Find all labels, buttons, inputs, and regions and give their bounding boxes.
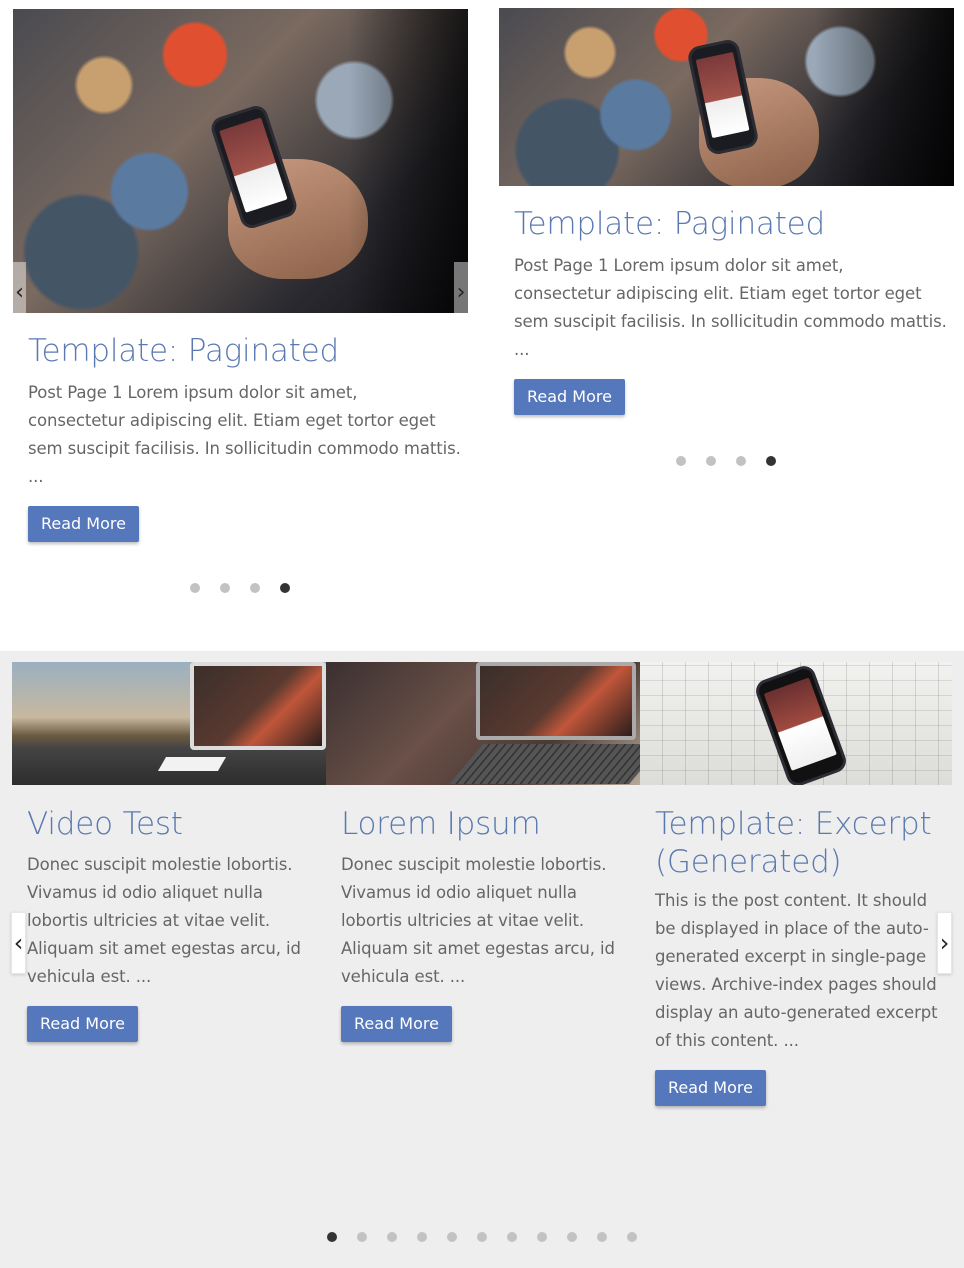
pagination-dot[interactable] [736,456,746,466]
pagination-dot[interactable] [597,1232,607,1242]
pagination-dot[interactable] [627,1232,637,1242]
pagination-dot[interactable] [676,456,686,466]
carousel-1-prev-button[interactable]: ‹ [13,262,26,322]
pagination-dot[interactable] [357,1232,367,1242]
post-image-desk-coast [12,662,326,785]
pagination-dot[interactable] [220,583,230,593]
pagination-dot[interactable] [447,1232,457,1242]
post-image-laptop [326,662,640,785]
post-image-phone-paper [640,662,952,785]
carousel-3-next-button[interactable]: › [937,912,952,974]
read-more-button[interactable]: Read More [341,1006,452,1042]
chevron-left-icon: ‹ [13,929,24,957]
chevron-left-icon: ‹ [15,279,24,305]
chevron-right-icon: › [939,929,950,957]
carousel-3-pagination [327,1232,637,1242]
pagination-dot-active[interactable] [327,1232,337,1242]
pagination-dot[interactable] [387,1232,397,1242]
chevron-right-icon: › [456,279,466,305]
post-excerpt: This is the post content. It should be d… [655,891,938,1050]
post-title[interactable]: Template: Paginated [28,333,339,371]
carousel-2-pagination [676,456,776,466]
post-image-phone-crowd [13,9,468,313]
pagination-dot[interactable] [250,583,260,593]
post-excerpt: Donec suscipit molestie lobortis. Vivamu… [27,855,301,986]
pagination-dot-active[interactable] [280,583,290,593]
pagination-dot[interactable] [507,1232,517,1242]
post-excerpt: Donec suscipit molestie lobortis. Vivamu… [341,855,615,986]
read-more-button[interactable]: Read More [514,379,625,415]
post-title[interactable]: Video Test [27,806,183,844]
read-more-button[interactable]: Read More [27,1006,138,1042]
carousel-3-prev-button[interactable]: ‹ [11,912,26,974]
carousel-1-next-button[interactable]: › [454,262,468,322]
post-image-phone-crowd [499,8,954,186]
pagination-dot[interactable] [567,1232,577,1242]
post-title[interactable]: Template: Paginated [514,206,825,244]
post-title[interactable]: Lorem Ipsum [341,806,541,844]
read-more-button[interactable]: Read More [28,506,139,542]
read-more-button[interactable]: Read More [655,1070,766,1106]
pagination-dot[interactable] [706,456,716,466]
pagination-dot[interactable] [417,1232,427,1242]
post-excerpt: Post Page 1 Lorem ipsum dolor sit amet, … [28,383,461,486]
pagination-dot[interactable] [190,583,200,593]
post-title[interactable]: Template: Excerpt (Generated) [655,806,945,882]
pagination-dot[interactable] [477,1232,487,1242]
post-excerpt: Post Page 1 Lorem ipsum dolor sit amet, … [514,256,947,359]
pagination-dot-active[interactable] [766,456,776,466]
carousel-1-pagination [190,583,290,593]
pagination-dot[interactable] [537,1232,547,1242]
